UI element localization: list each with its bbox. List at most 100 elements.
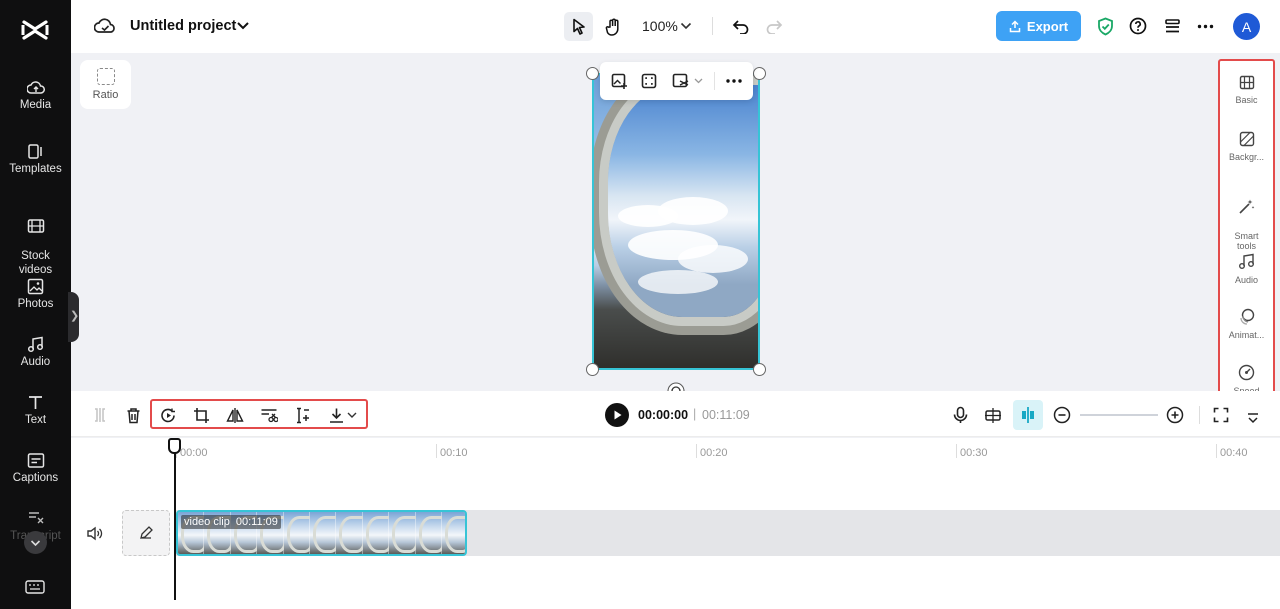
replace-button[interactable] bbox=[158, 405, 178, 425]
sidebar-item-audio[interactable]: Audio bbox=[0, 336, 71, 369]
split-scene-icon bbox=[985, 407, 1001, 423]
ruler-label: 00:30 bbox=[960, 447, 988, 459]
trash-icon bbox=[127, 407, 139, 423]
zoom-in-button[interactable] bbox=[1165, 405, 1185, 425]
pencil-icon bbox=[140, 526, 153, 539]
sidebar-item-label: Captions bbox=[12, 472, 59, 484]
link-tracks-button[interactable] bbox=[983, 405, 1003, 425]
cover-button[interactable] bbox=[122, 510, 170, 556]
ratio-button[interactable]: Ratio bbox=[80, 60, 131, 109]
playhead[interactable] bbox=[174, 450, 176, 600]
panel-item-audio[interactable]: Audio bbox=[1220, 253, 1273, 286]
hand-icon bbox=[605, 18, 619, 36]
sidebar-collapse-button[interactable] bbox=[24, 531, 47, 554]
zoom-out-button[interactable] bbox=[1052, 405, 1072, 425]
chevron-down-icon[interactable] bbox=[346, 410, 358, 420]
film-icon bbox=[27, 219, 44, 233]
divider bbox=[1199, 406, 1200, 424]
animation-icon bbox=[1239, 308, 1254, 325]
chevron-down-icon[interactable] bbox=[235, 18, 251, 34]
resize-handle-bottom-left[interactable] bbox=[586, 363, 599, 376]
sidebar-item-label: Templates bbox=[9, 163, 62, 175]
sidebar-item-label: Text bbox=[24, 414, 47, 426]
chevron-down-icon bbox=[30, 540, 41, 547]
play-button[interactable] bbox=[605, 403, 629, 427]
sidebar-item-text[interactable]: Text bbox=[0, 394, 71, 427]
fit-frame-icon[interactable] bbox=[640, 72, 658, 90]
sidebar-item-stock-videos[interactable]: Stock videos bbox=[0, 205, 71, 277]
sidebar-item-captions[interactable]: Captions bbox=[0, 452, 71, 485]
clip-name: video clip bbox=[184, 516, 230, 528]
playhead-handle[interactable] bbox=[168, 438, 181, 454]
rotate-handle[interactable] bbox=[666, 381, 686, 391]
keyboard-icon[interactable] bbox=[25, 580, 45, 594]
replay-icon bbox=[160, 408, 175, 422]
resize-handle-top-left[interactable] bbox=[586, 67, 599, 80]
sidebar-expand-handle[interactable]: ❯ bbox=[68, 292, 79, 342]
ruler-tick bbox=[956, 444, 957, 458]
captions-icon bbox=[27, 453, 44, 468]
zoom-chevron-down-icon[interactable] bbox=[679, 19, 693, 33]
track-mute-button[interactable] bbox=[84, 524, 104, 542]
zoom-level[interactable]: 100% bbox=[642, 18, 678, 34]
delete-button[interactable] bbox=[123, 405, 143, 425]
help-icon[interactable] bbox=[1128, 16, 1148, 36]
flip-button[interactable] bbox=[225, 405, 245, 425]
redo-icon bbox=[766, 19, 782, 34]
crop-button[interactable] bbox=[191, 405, 211, 425]
sidebar-item-label: Photos bbox=[17, 298, 54, 310]
sidebar-item-label: Media bbox=[19, 99, 52, 111]
timeline-zoom-slider[interactable] bbox=[1080, 414, 1158, 416]
transcript-icon bbox=[28, 512, 43, 524]
replace-image-icon[interactable] bbox=[610, 72, 628, 90]
video-preview[interactable] bbox=[592, 73, 760, 370]
shield-check-icon[interactable] bbox=[1095, 16, 1115, 36]
capcut-logo-icon[interactable] bbox=[21, 17, 49, 43]
magic-wand-icon bbox=[1239, 199, 1255, 214]
remove-background-icon[interactable] bbox=[671, 72, 691, 90]
crop-icon bbox=[193, 407, 209, 423]
remove-segment-button[interactable] bbox=[259, 405, 279, 425]
chevron-down-icon[interactable] bbox=[693, 76, 703, 86]
select-tool-button[interactable] bbox=[564, 12, 593, 41]
sidebar-item-photos[interactable]: Photos bbox=[0, 278, 71, 311]
text-to-speech-button[interactable] bbox=[292, 405, 312, 425]
panel-item-animation[interactable]: Animat... bbox=[1220, 308, 1273, 341]
music-note-icon bbox=[1239, 253, 1254, 269]
more-options-icon[interactable] bbox=[1195, 16, 1215, 36]
music-note-icon bbox=[27, 336, 44, 353]
sidebar-item-label: Stock videos bbox=[18, 250, 53, 276]
chevron-right-icon: ❯ bbox=[70, 310, 80, 322]
undo-button[interactable] bbox=[730, 16, 750, 36]
cut-icon bbox=[261, 409, 278, 423]
split-button[interactable] bbox=[90, 405, 110, 425]
timeline-collapse-icon[interactable] bbox=[1245, 410, 1261, 426]
ratio-label: Ratio bbox=[92, 89, 119, 101]
ruler-label: 00:10 bbox=[440, 447, 468, 459]
cursor-icon bbox=[572, 18, 585, 35]
snap-toggle[interactable] bbox=[1013, 400, 1043, 430]
avatar[interactable]: A bbox=[1233, 13, 1260, 40]
resize-handle-bottom-right[interactable] bbox=[753, 363, 766, 376]
ruler-tick bbox=[436, 444, 437, 458]
download-button[interactable] bbox=[326, 405, 346, 425]
cloud-sync-icon[interactable] bbox=[94, 16, 116, 36]
snap-icon bbox=[1022, 407, 1034, 423]
fullscreen-button[interactable] bbox=[1211, 405, 1231, 425]
clip-floating-toolbar bbox=[600, 62, 753, 100]
panel-item-smart-tools[interactable]: Smart tools bbox=[1220, 187, 1273, 252]
redo-button[interactable] bbox=[764, 16, 784, 36]
hand-tool-button[interactable] bbox=[599, 12, 628, 41]
more-options-icon[interactable] bbox=[724, 74, 744, 88]
export-button[interactable]: Export bbox=[996, 11, 1081, 41]
export-label: Export bbox=[1026, 18, 1069, 34]
resize-handle-top-right[interactable] bbox=[753, 67, 766, 80]
sidebar-item-media[interactable]: Media bbox=[0, 80, 71, 112]
project-title[interactable]: Untitled project bbox=[130, 18, 236, 34]
panel-item-basic[interactable]: Basic bbox=[1220, 75, 1273, 106]
layers-icon[interactable] bbox=[1162, 16, 1182, 36]
video-clip[interactable]: video clip 00:11:09 bbox=[176, 510, 467, 556]
sidebar-item-templates[interactable]: Templates bbox=[0, 143, 71, 176]
record-voice-button[interactable] bbox=[950, 405, 970, 425]
panel-item-background[interactable]: Backgr... bbox=[1220, 131, 1273, 163]
